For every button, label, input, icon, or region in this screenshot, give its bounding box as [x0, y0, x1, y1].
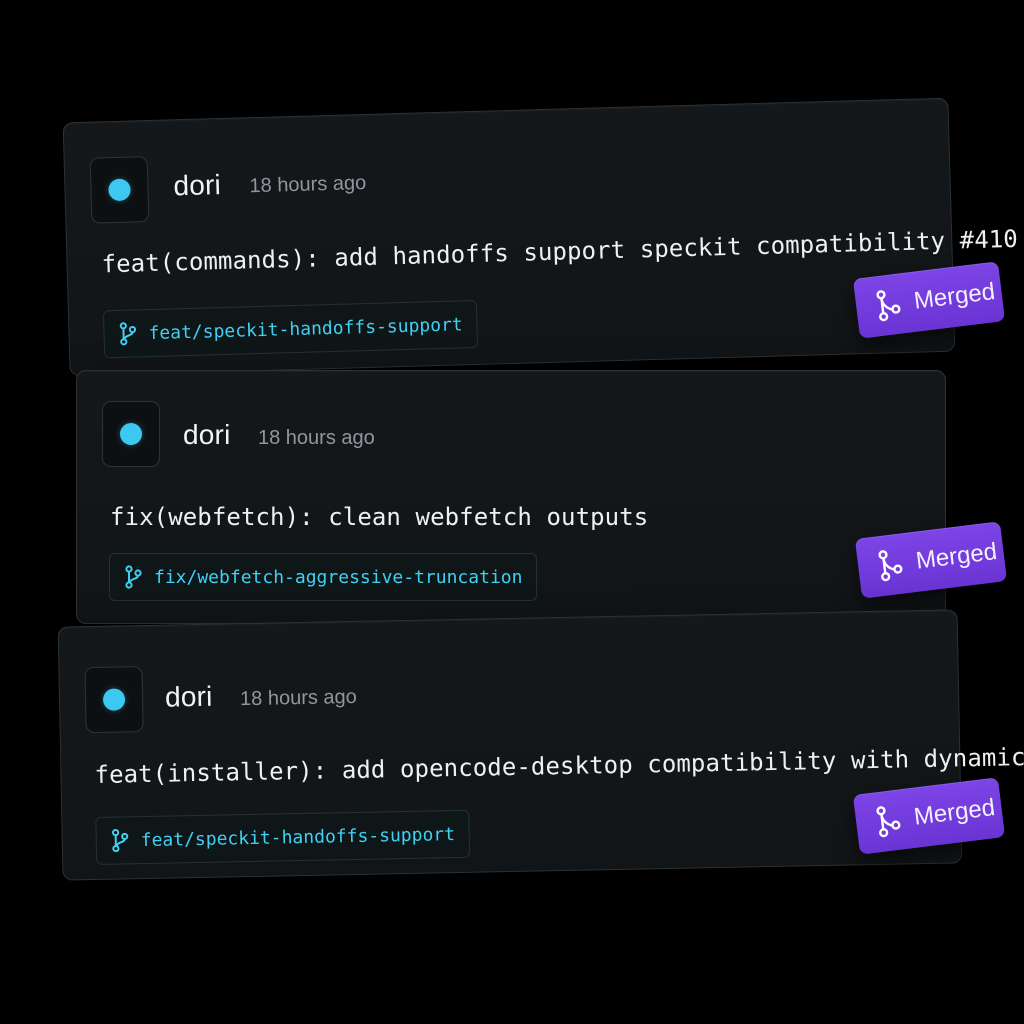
timestamp: 18 hours ago: [249, 171, 367, 198]
author-name[interactable]: dori: [183, 419, 231, 451]
commit-message[interactable]: feat(commands): add handoffs support spe…: [101, 225, 1018, 279]
avatar: [84, 666, 144, 734]
branch-chip[interactable]: fix/webfetch-aggressive-truncation: [109, 553, 538, 601]
activity-card[interactable]: dori 18 hours ago feat(installer): add o…: [57, 609, 1024, 881]
git-merge-icon: [878, 550, 903, 582]
branch-chip[interactable]: feat/speckit-handoffs-support: [102, 299, 479, 359]
git-merge-icon: [876, 290, 901, 322]
avatar: [89, 156, 150, 224]
commit-message[interactable]: fix(webfetch): clean webfetch outputs: [110, 503, 648, 531]
merged-label: Merged: [912, 794, 997, 831]
activity-card[interactable]: dori 18 hours ago feat(commands): add ha…: [62, 97, 1018, 377]
branch-chip[interactable]: feat/speckit-handoffs-support: [95, 809, 471, 865]
branch-name: fix/webfetch-aggressive-truncation: [154, 566, 523, 588]
avatar: [102, 401, 160, 467]
avatar-dot-icon: [120, 423, 142, 445]
commit-message[interactable]: feat(installer): add opencode-desktop co…: [94, 741, 1024, 789]
merged-label: Merged: [914, 538, 999, 575]
avatar-dot-icon: [102, 688, 126, 711]
git-merge-icon: [876, 806, 901, 838]
timestamp: 18 hours ago: [239, 685, 358, 711]
branch-name: feat/speckit-handoffs-support: [140, 823, 456, 851]
git-branch-icon: [119, 322, 137, 346]
avatar-dot-icon: [108, 178, 131, 202]
branch-name: feat/speckit-handoffs-support: [148, 313, 463, 344]
merged-label: Merged: [912, 278, 997, 315]
git-branch-icon: [125, 565, 142, 589]
author-name[interactable]: dori: [173, 169, 221, 202]
author-name[interactable]: dori: [165, 681, 213, 714]
git-branch-icon: [112, 828, 129, 853]
timestamp: 18 hours ago: [258, 427, 375, 449]
activity-card[interactable]: dori 18 hours ago fix(webfetch): clean w…: [76, 370, 946, 624]
